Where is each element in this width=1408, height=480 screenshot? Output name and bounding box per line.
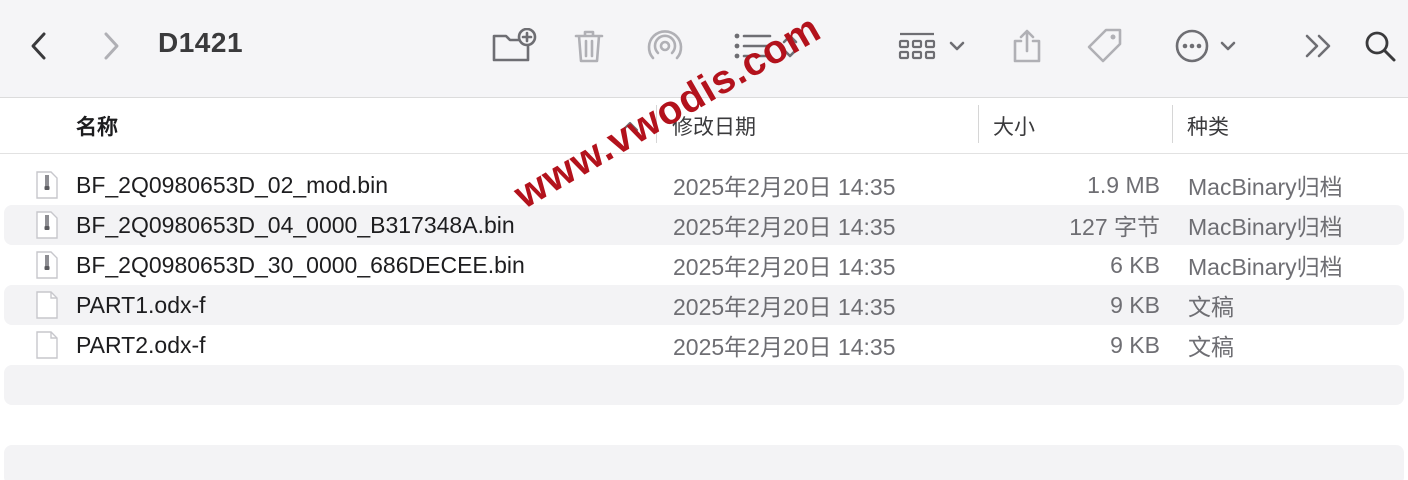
share-button[interactable] (1008, 21, 1046, 71)
tag-icon (1087, 28, 1122, 63)
file-size: 9 KB (1110, 291, 1160, 318)
file-row[interactable]: BF_2Q0980653D_02_mod.bin 2025年2月20日 14:3… (4, 165, 1404, 205)
empty-row (4, 365, 1404, 405)
file-size: 6 KB (1110, 251, 1160, 278)
file-kind: 文稿 (1188, 334, 1234, 360)
airdrop-button[interactable] (643, 21, 687, 71)
airdrop-icon (647, 30, 683, 60)
empty-row (4, 405, 1404, 445)
file-date: 2025年2月20日 14:35 (673, 334, 896, 360)
file-name: BF_2Q0980653D_02_mod.bin (76, 171, 389, 198)
group-button[interactable] (895, 21, 969, 71)
file-date: 2025年2月20日 14:35 (673, 294, 896, 320)
column-divider[interactable] (1172, 105, 1173, 143)
grid-view-icon (898, 32, 936, 60)
column-divider[interactable] (978, 105, 979, 143)
file-size: 127 字节 (1069, 214, 1160, 240)
new-folder-button[interactable] (490, 21, 538, 71)
file-size: 1.9 MB (1087, 171, 1160, 198)
share-icon (1013, 29, 1041, 63)
file-kind: MacBinary归档 (1188, 174, 1343, 200)
tag-button[interactable] (1084, 21, 1126, 71)
chevron-down-icon (949, 41, 965, 51)
file-row[interactable]: BF_2Q0980653D_30_0000_686DECEE.bin 2025年… (4, 245, 1404, 285)
overflow-icon (1305, 34, 1331, 58)
more-actions-button[interactable] (1170, 21, 1242, 71)
file-row[interactable]: BF_2Q0980653D_04_0000_B317348A.bin 2025年… (4, 205, 1404, 245)
file-row[interactable]: PART2.odx-f 2025年2月20日 14:35 9 KB 文稿 (4, 325, 1404, 365)
file-name: PART1.odx-f (76, 291, 206, 318)
window-title: D1421 (158, 27, 244, 58)
overflow-button[interactable] (1300, 21, 1338, 71)
trash-icon (574, 30, 604, 63)
file-kind: 文稿 (1188, 294, 1234, 320)
column-kind[interactable]: 种类 (1187, 98, 1229, 154)
file-name: PART2.odx-f (76, 331, 206, 358)
file-size: 9 KB (1110, 331, 1160, 358)
file-date: 2025年2月20日 14:35 (673, 214, 896, 240)
document-icon (36, 331, 58, 359)
search-icon (1365, 31, 1396, 62)
file-kind: MacBinary归档 (1188, 214, 1343, 240)
zip-file-icon (36, 251, 58, 279)
file-list: BF_2Q0980653D_02_mod.bin 2025年2月20日 14:3… (0, 165, 1408, 480)
file-date: 2025年2月20日 14:35 (673, 174, 896, 200)
search-button[interactable] (1360, 21, 1400, 71)
file-row[interactable]: PART1.odx-f 2025年2月20日 14:35 9 KB 文稿 (4, 285, 1404, 325)
empty-row (4, 445, 1404, 480)
file-kind: MacBinary归档 (1188, 254, 1343, 280)
zip-file-icon (36, 171, 58, 199)
column-size[interactable]: 大小 (993, 98, 1035, 154)
chevron-down-icon (1220, 41, 1236, 51)
file-name: BF_2Q0980653D_30_0000_686DECEE.bin (76, 251, 525, 278)
file-date: 2025年2月20日 14:35 (673, 254, 896, 280)
file-name: BF_2Q0980653D_04_0000_B317348A.bin (76, 211, 515, 238)
forward-button[interactable] (94, 21, 128, 71)
delete-button[interactable] (570, 21, 608, 71)
document-icon (36, 291, 58, 319)
zip-file-icon (36, 211, 58, 239)
column-name[interactable]: 名称 (76, 98, 118, 154)
chevron-left-icon (31, 32, 46, 60)
back-button[interactable] (22, 21, 56, 71)
more-icon (1175, 29, 1209, 63)
chevron-right-icon (104, 32, 119, 60)
new-folder-icon (492, 28, 537, 62)
